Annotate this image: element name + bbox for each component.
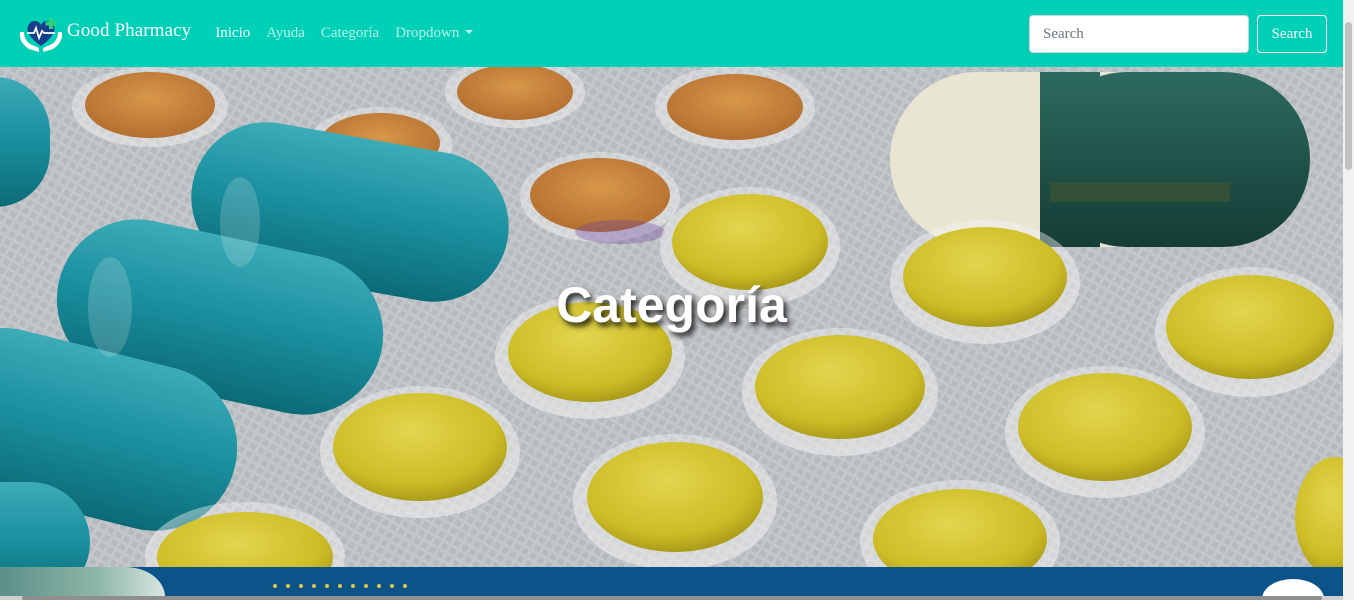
- nav-link-inicio[interactable]: Inicio: [215, 25, 250, 42]
- brand-name: Good Pharmacy: [67, 19, 192, 41]
- horizontal-scrollbar[interactable]: [0, 596, 1343, 600]
- vertical-scrollbar-thumb[interactable]: [1345, 22, 1352, 170]
- hero-banner: Categoría: [0, 67, 1343, 567]
- brand-link[interactable]: Good Pharmacy: [17, 14, 191, 54]
- nav-link-categoria[interactable]: Categoría: [321, 25, 379, 42]
- search-input[interactable]: [1029, 15, 1249, 53]
- caret-down-icon: [465, 30, 474, 34]
- dropdown-label: Dropdown: [395, 25, 460, 41]
- nav-links: Inicio Ayuda Categoría Dropdown: [215, 25, 489, 42]
- search-button[interactable]: Search: [1257, 15, 1327, 53]
- decorative-dots: [273, 584, 416, 588]
- hero-title: Categoría: [556, 276, 787, 333]
- nav-dropdown-toggle[interactable]: Dropdown: [395, 25, 474, 42]
- horizontal-scrollbar-thumb[interactable]: [22, 596, 1322, 600]
- vertical-scrollbar[interactable]: [1343, 0, 1354, 600]
- heart-hands-logo-icon: [19, 17, 63, 52]
- search-form: Search: [1029, 15, 1327, 53]
- navbar: Good Pharmacy Inicio Ayuda Categoría Dro…: [0, 0, 1343, 67]
- nav-link-ayuda[interactable]: Ayuda: [266, 25, 305, 42]
